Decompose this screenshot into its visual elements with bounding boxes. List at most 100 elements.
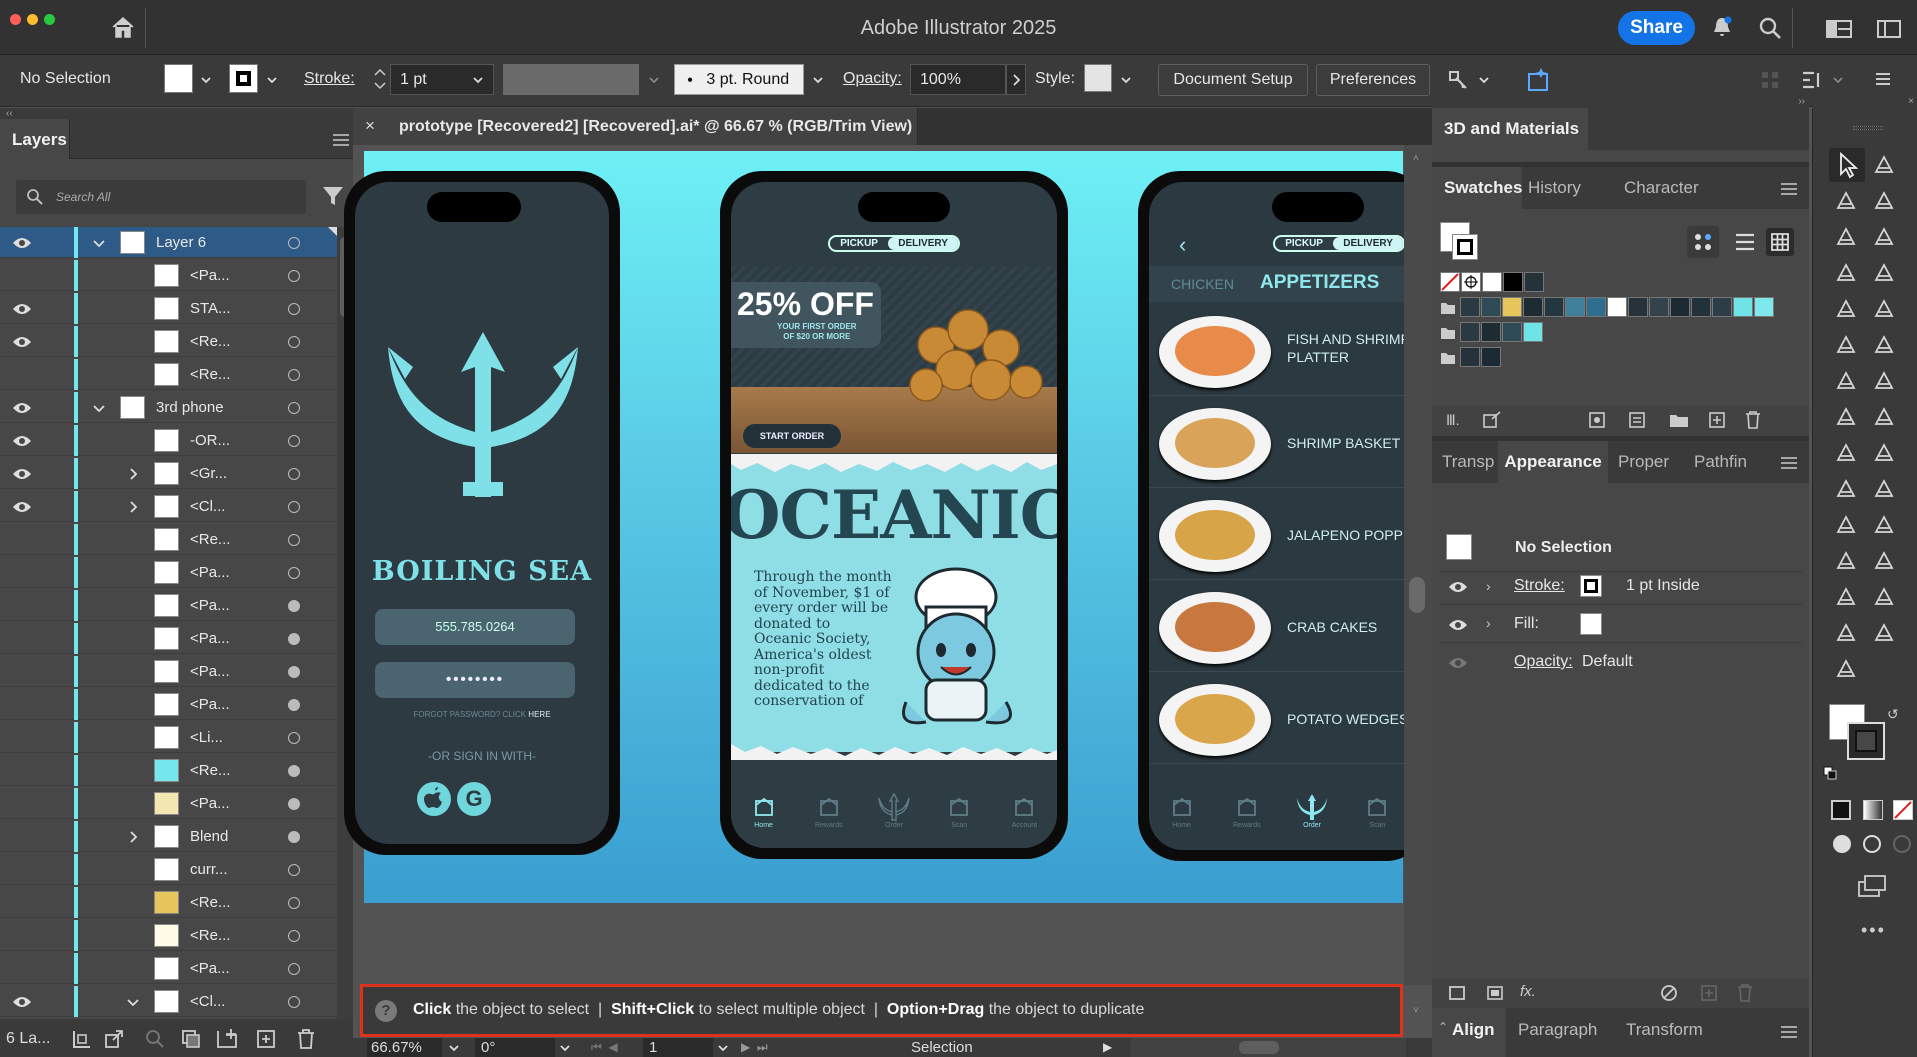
- brush-chevron-icon[interactable]: [812, 74, 824, 86]
- visibility-eye-icon[interactable]: [12, 302, 32, 316]
- slice-tool[interactable]: [1871, 584, 1897, 610]
- layers-tab[interactable]: Layers: [12, 130, 67, 150]
- distribute-chevron-icon[interactable]: [1832, 74, 1844, 86]
- target-circle[interactable]: [288, 798, 300, 810]
- visibility-toggle-empty[interactable]: [12, 962, 32, 976]
- expand-chevron-right-icon[interactable]: [126, 830, 140, 844]
- expand-chevron-down-icon[interactable]: [126, 995, 140, 1009]
- color-swatch[interactable]: [1481, 322, 1501, 342]
- color-swatch[interactable]: [1586, 297, 1606, 317]
- stroke-label[interactable]: Stroke:: [304, 70, 355, 88]
- status-mode[interactable]: Selection: [911, 1039, 973, 1056]
- preferences-button[interactable]: Preferences: [1316, 64, 1430, 96]
- color-swatch[interactable]: [1607, 297, 1627, 317]
- transform-tab[interactable]: Transform: [1626, 1020, 1703, 1040]
- nav-item-home[interactable]: Home: [739, 792, 789, 829]
- layer-row[interactable]: Blend: [0, 821, 337, 852]
- target-circle[interactable]: [288, 237, 300, 249]
- none-swatch[interactable]: [1440, 272, 1460, 292]
- status-menu-arrow-icon[interactable]: ▶: [1103, 1040, 1112, 1054]
- color-swatch[interactable]: [1482, 272, 1502, 292]
- expand-chevron-down-icon[interactable]: [92, 401, 106, 415]
- free-transform-tool[interactable]: [1871, 404, 1897, 430]
- draw-normal-icon[interactable]: [1833, 835, 1851, 853]
- place-swatch-icon[interactable]: [1482, 411, 1502, 429]
- menu-item[interactable]: JALAPENO POPPERS: [1149, 490, 1428, 580]
- close-tab-icon[interactable]: ×: [365, 116, 375, 136]
- layer-row[interactable]: <Pa...: [0, 689, 337, 720]
- next-artboard-icon[interactable]: ▶ ⏭: [741, 1040, 768, 1055]
- toolbar-stroke-swatch[interactable]: [1847, 722, 1885, 760]
- layer-name[interactable]: <Pa...: [190, 663, 230, 680]
- appearance-stroke-value[interactable]: 1 pt Inside: [1626, 577, 1700, 595]
- add-effect-icon[interactable]: fx.: [1520, 983, 1536, 1000]
- category-appetizers[interactable]: APPETIZERS: [1260, 272, 1379, 294]
- target-circle[interactable]: [288, 501, 300, 513]
- stroke-weight-stepper[interactable]: [370, 64, 390, 94]
- scroll-thumb[interactable]: [1409, 577, 1425, 613]
- shaper-tool[interactable]: [1833, 332, 1859, 358]
- target-circle[interactable]: [288, 831, 300, 843]
- layer-name[interactable]: <Li...: [190, 729, 223, 746]
- target-circle[interactable]: [288, 732, 300, 744]
- delete-swatch-icon[interactable]: [1744, 410, 1762, 430]
- visibility-toggle-empty[interactable]: [12, 896, 32, 910]
- new-color-group-icon[interactable]: [1668, 411, 1690, 429]
- layer-row[interactable]: <Li...: [0, 722, 337, 753]
- layer-row[interactable]: <Pa...: [0, 623, 337, 654]
- back-chevron-icon[interactable]: ‹: [1179, 232, 1186, 258]
- visibility-toggle-empty[interactable]: [12, 566, 32, 580]
- layer-row[interactable]: <Pa...: [0, 590, 337, 621]
- layers-search-field[interactable]: Search All: [16, 180, 306, 214]
- registration-swatch[interactable]: [1461, 272, 1481, 292]
- zoom-level-input[interactable]: 66.67%: [367, 1038, 442, 1057]
- layer-name[interactable]: <Gr...: [190, 465, 227, 482]
- visibility-eye-icon[interactable]: [12, 401, 32, 415]
- expand-chevron-right-icon[interactable]: [126, 467, 140, 481]
- zoom-tool[interactable]: [1833, 656, 1859, 682]
- target-circle[interactable]: [288, 468, 300, 480]
- nav-item-scan[interactable]: Scan: [934, 792, 984, 829]
- clear-appearance-icon[interactable]: [1660, 984, 1678, 1002]
- export-icon[interactable]: [104, 1029, 124, 1049]
- layer-row[interactable]: <Re...: [0, 920, 337, 951]
- transparency-tab[interactable]: Transp: [1442, 441, 1494, 483]
- layer-name[interactable]: <Pa...: [190, 960, 230, 977]
- layer-row[interactable]: -OR...: [0, 425, 337, 456]
- rotation-input[interactable]: 0°: [475, 1038, 555, 1057]
- stroke-dropdown-chevron-icon[interactable]: [266, 74, 278, 86]
- layer-row[interactable]: <Pa...: [0, 557, 337, 588]
- expand-chevron-down-icon[interactable]: [92, 236, 106, 250]
- stroke-expand-icon[interactable]: ›: [1486, 578, 1491, 594]
- expand-chevron-right-icon[interactable]: [126, 500, 140, 514]
- layer-name[interactable]: Blend: [190, 828, 228, 845]
- eraser-tool[interactable]: [1871, 332, 1897, 358]
- visibility-eye-icon[interactable]: [12, 434, 32, 448]
- layer-name[interactable]: <Pa...: [190, 696, 230, 713]
- target-circle[interactable]: [288, 765, 300, 777]
- help-icon[interactable]: ?: [375, 1000, 397, 1022]
- layer-name[interactable]: <Pa...: [190, 630, 230, 647]
- lasso-tool[interactable]: [1871, 188, 1897, 214]
- visibility-toggle-empty[interactable]: [12, 764, 32, 778]
- hand-tool[interactable]: [1833, 620, 1859, 646]
- visibility-toggle-empty[interactable]: [12, 269, 32, 283]
- collapse-panel-icon[interactable]: ‹‹: [0, 108, 353, 119]
- color-group-folder-icon[interactable]: [1440, 351, 1456, 365]
- swap-fill-stroke-icon[interactable]: ↺: [1887, 706, 1899, 723]
- layer-row[interactable]: <Re...: [0, 326, 337, 357]
- layer-row[interactable]: curr...: [0, 854, 337, 885]
- appearance-fill-swatch[interactable]: [1580, 613, 1602, 635]
- phone-mockup-home[interactable]: PICKUP DELIVERY 25% OFF YOUR FIRST ORDER…: [720, 171, 1068, 859]
- swatch-options-icon[interactable]: [1628, 411, 1646, 429]
- color-swatch[interactable]: [1544, 297, 1564, 317]
- layer-name[interactable]: <Re...: [190, 531, 230, 548]
- profile-chevron-icon[interactable]: [648, 74, 660, 86]
- zoom-chevron-icon[interactable]: [448, 1042, 460, 1054]
- pickup-option[interactable]: PICKUP: [830, 237, 888, 250]
- nav-item-rewards[interactable]: Rewards: [1222, 792, 1272, 829]
- dock-expand-icon[interactable]: ››: [1432, 96, 1809, 108]
- search-icon[interactable]: [1758, 16, 1782, 40]
- layer-row[interactable]: <Re...: [0, 887, 337, 918]
- color-swatch[interactable]: [1460, 347, 1480, 367]
